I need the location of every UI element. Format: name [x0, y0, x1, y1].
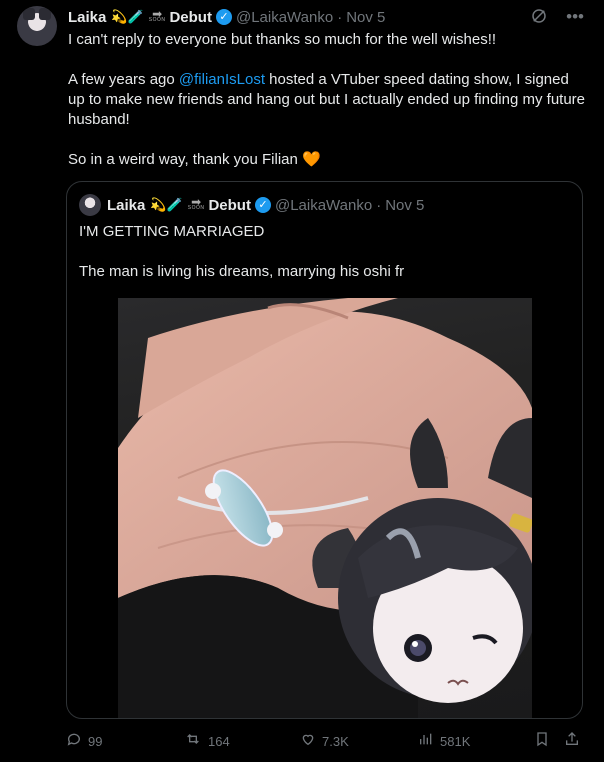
quoted-line-2: The man is living his dreams, marrying h… [79, 263, 405, 280]
reply-count: 99 [88, 734, 103, 749]
quoted-date: Nov 5 [385, 196, 425, 214]
repost-button[interactable]: 164 [184, 731, 230, 752]
quoted-author-name: Laika [107, 196, 146, 214]
separator: · [337, 8, 343, 26]
repost-icon [184, 731, 202, 752]
quoted-header: Laika 💫🧪 ➡ SOON Debut ✓ @LaikaWanko · No… [79, 194, 424, 216]
tweet-paragraph-1: I can't reply to everyone but thanks so … [68, 31, 497, 48]
author-name[interactable]: Laika [68, 9, 106, 26]
paragraph-2-start: A few years ago [68, 71, 179, 88]
tweet-text: I can't reply to everyone but thanks so … [68, 30, 588, 190]
quoted-author-debut: Debut [208, 196, 251, 214]
like-count: 7.3K [322, 734, 349, 749]
tweet-header: Laika 💫🧪 ➡ SOON Debut ✓ @LaikaWanko · No… [68, 7, 385, 27]
views-count: 581K [440, 734, 471, 749]
paragraph-3-text: So in a weird way, thank you Filian [68, 151, 298, 168]
verified-icon[interactable]: ✓ [215, 9, 232, 25]
bookmark-icon [534, 731, 550, 752]
bookmark-button[interactable] [534, 731, 550, 752]
repost-count: 164 [208, 734, 230, 749]
quoted-tweet[interactable]: Laika 💫🧪 ➡ SOON Debut ✓ @LaikaWanko · No… [66, 181, 583, 719]
quoted-soon-arrow-icon: ➡ SOON [187, 195, 205, 211]
quoted-text: I'M GETTING MARRIAGED The man is living … [79, 222, 569, 302]
author-debut[interactable]: Debut [169, 9, 212, 26]
quoted-author-emojis: 💫🧪 [150, 197, 183, 212]
quoted-handle: @LaikaWanko [274, 196, 373, 214]
avatar-ear-left [23, 8, 35, 20]
reply-icon [66, 731, 82, 752]
reply-button[interactable]: 99 [66, 731, 102, 752]
tweet-paragraph-3: So in a weird way, thank you Filian 🧡 [68, 150, 588, 170]
tweet-date[interactable]: Nov 5 [346, 9, 385, 26]
author-emojis: 💫🧪 [111, 9, 144, 24]
ring-photo-illustration [118, 298, 532, 718]
avatar[interactable] [17, 6, 57, 46]
soon-arrow-icon: ➡ SOON [148, 7, 166, 23]
tweet-paragraph-2: A few years ago @filianIsLost hosted a V… [68, 70, 588, 130]
quoted-line-1: I'M GETTING MARRIAGED [79, 223, 265, 240]
top-actions: ••• [530, 7, 584, 30]
action-bar: 99 164 7.3K 581K [66, 731, 586, 751]
orange-heart-emoji: 🧡 [302, 151, 321, 168]
mention-link[interactable]: @filianIsLost [179, 71, 265, 88]
author-handle[interactable]: @LaikaWanko [236, 9, 333, 26]
ring-photo[interactable] [118, 298, 532, 718]
quoted-separator: · [376, 196, 382, 214]
share-icon [564, 731, 580, 752]
avatar-ear-right [39, 8, 51, 20]
like-icon [300, 731, 316, 752]
like-button[interactable]: 7.3K [300, 731, 349, 752]
quoted-soon-label: SOON [187, 205, 205, 211]
more-icon[interactable]: ••• [566, 7, 584, 30]
quoted-verified-icon: ✓ [254, 197, 271, 213]
grok-icon[interactable] [530, 7, 548, 30]
soon-label: SOON [148, 17, 166, 23]
views-icon [418, 731, 434, 752]
share-button[interactable] [564, 731, 580, 752]
quoted-avatar [79, 194, 101, 216]
views-button[interactable]: 581K [418, 731, 470, 752]
